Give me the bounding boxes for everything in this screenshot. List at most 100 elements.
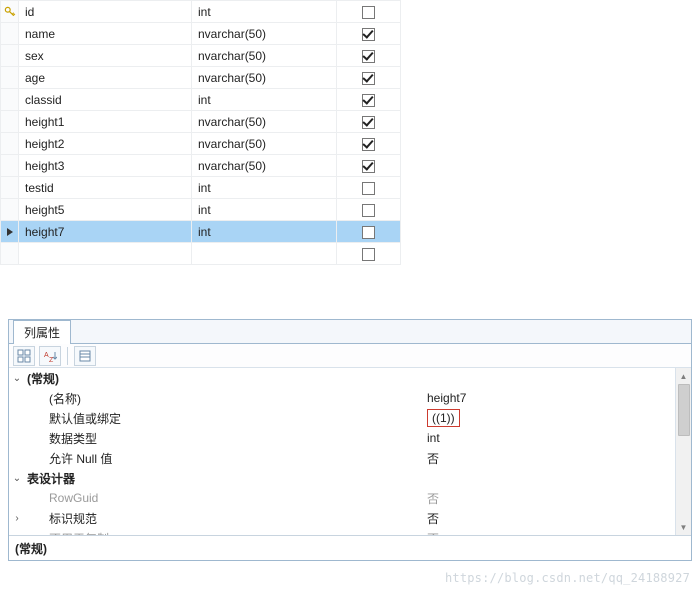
allow-null-checkbox[interactable] (362, 72, 375, 85)
property-scrollbar[interactable]: ▲ ▼ (675, 368, 691, 535)
property-grid[interactable]: ⌄ (常规) (名称) height7 默认值或绑定 ((1)) 数据类型 in… (9, 368, 691, 535)
row-marker[interactable] (1, 23, 19, 45)
column-name-cell[interactable]: name (19, 23, 192, 45)
column-type-cell[interactable]: int (192, 177, 337, 199)
row-marker[interactable] (1, 67, 19, 89)
collapse-icon[interactable]: ⌄ (9, 473, 25, 484)
scroll-up-icon[interactable]: ▲ (676, 368, 691, 384)
column-type-cell[interactable]: nvarchar(50) (192, 45, 337, 67)
allow-null-cell[interactable] (337, 45, 401, 67)
prop-value[interactable]: ((1)) (425, 409, 691, 427)
allow-null-checkbox[interactable] (362, 138, 375, 151)
column-type-cell[interactable]: nvarchar(50) (192, 155, 337, 177)
column-name-cell[interactable]: age (19, 67, 192, 89)
row-marker[interactable] (1, 89, 19, 111)
allow-null-cell[interactable] (337, 89, 401, 111)
row-marker[interactable] (1, 1, 19, 23)
row-marker[interactable] (1, 177, 19, 199)
column-type-cell[interactable]: nvarchar(50) (192, 67, 337, 89)
property-toolbar: AZ (9, 344, 691, 368)
property-group-general[interactable]: ⌄ (常规) (9, 368, 691, 388)
allow-null-checkbox[interactable] (362, 28, 375, 41)
allow-null-checkbox[interactable] (362, 94, 375, 107)
table-row-new[interactable] (1, 243, 401, 265)
table-row[interactable]: testidint (1, 177, 401, 199)
allow-null-cell[interactable] (337, 199, 401, 221)
allow-null-cell[interactable] (337, 23, 401, 45)
scroll-down-icon[interactable]: ▼ (676, 519, 691, 535)
row-marker[interactable] (1, 199, 19, 221)
table-row[interactable]: namenvarchar(50) (1, 23, 401, 45)
allow-null-checkbox[interactable] (362, 50, 375, 63)
column-name-cell[interactable]: testid (19, 177, 192, 199)
table-row[interactable]: agenvarchar(50) (1, 67, 401, 89)
property-row-rowguid[interactable]: RowGuid 否 (9, 488, 691, 508)
column-type-cell[interactable]: int (192, 1, 337, 23)
column-name-cell[interactable]: height5 (19, 199, 192, 221)
allow-null-checkbox[interactable] (362, 204, 375, 217)
table-row[interactable]: height5int (1, 199, 401, 221)
table-row[interactable]: height2nvarchar(50) (1, 133, 401, 155)
tab-column-properties[interactable]: 列属性 (13, 320, 71, 344)
table-row[interactable]: height1nvarchar(50) (1, 111, 401, 133)
allow-null-cell[interactable] (337, 1, 401, 23)
row-marker[interactable] (1, 243, 19, 265)
allow-null-cell[interactable] (337, 155, 401, 177)
column-name-cell[interactable]: classid (19, 89, 192, 111)
column-name-cell[interactable]: sex (19, 45, 192, 67)
row-marker[interactable] (1, 45, 19, 67)
allow-null-cell[interactable] (337, 221, 401, 243)
row-marker[interactable] (1, 133, 19, 155)
scroll-thumb[interactable] (678, 384, 690, 436)
column-type-cell[interactable] (192, 243, 337, 265)
property-row-allownull[interactable]: 允许 Null 值 否 (9, 448, 691, 468)
allow-null-checkbox[interactable] (362, 182, 375, 195)
column-type-cell[interactable]: nvarchar(50) (192, 23, 337, 45)
allow-null-cell[interactable] (337, 133, 401, 155)
column-type-cell[interactable]: nvarchar(50) (192, 111, 337, 133)
allow-null-cell[interactable] (337, 111, 401, 133)
allow-null-cell[interactable] (337, 177, 401, 199)
column-name-cell[interactable]: height7 (19, 221, 192, 243)
column-type-cell[interactable]: int (192, 221, 337, 243)
allow-null-checkbox[interactable] (362, 160, 375, 173)
expand-icon[interactable]: › (9, 513, 25, 524)
allow-null-checkbox[interactable] (362, 116, 375, 129)
categorized-view-button[interactable] (13, 346, 35, 366)
allow-null-checkbox[interactable] (362, 6, 375, 19)
prop-value[interactable]: height7 (425, 391, 691, 405)
property-group-designer[interactable]: ⌄ 表设计器 (9, 468, 691, 488)
allow-null-cell[interactable] (337, 243, 401, 265)
property-row-datatype[interactable]: 数据类型 int (9, 428, 691, 448)
column-type-cell[interactable]: nvarchar(50) (192, 133, 337, 155)
prop-value[interactable]: 否 (425, 510, 691, 527)
property-row-name[interactable]: (名称) height7 (9, 388, 691, 408)
property-row-default[interactable]: 默认值或绑定 ((1)) (9, 408, 691, 428)
column-type-cell[interactable]: int (192, 89, 337, 111)
column-name-cell[interactable]: height1 (19, 111, 192, 133)
column-name-cell[interactable]: height2 (19, 133, 192, 155)
allow-null-checkbox[interactable] (362, 248, 375, 261)
property-row-notforreplication[interactable]: 不用于复制 否 (9, 528, 691, 535)
table-row[interactable]: height7int (1, 221, 401, 243)
property-pages-button[interactable] (74, 346, 96, 366)
table-row[interactable]: height3nvarchar(50) (1, 155, 401, 177)
prop-value[interactable]: int (425, 431, 691, 445)
column-type-cell[interactable]: int (192, 199, 337, 221)
table-row[interactable]: idint (1, 1, 401, 23)
row-marker[interactable] (1, 155, 19, 177)
allow-null-cell[interactable] (337, 67, 401, 89)
column-name-cell[interactable]: height3 (19, 155, 192, 177)
property-row-identity[interactable]: › 标识规范 否 (9, 508, 691, 528)
collapse-icon[interactable]: ⌄ (9, 373, 25, 384)
row-marker[interactable] (1, 221, 19, 243)
table-row[interactable]: classidint (1, 89, 401, 111)
prop-value[interactable]: 否 (425, 450, 691, 467)
allow-null-checkbox[interactable] (362, 226, 375, 239)
row-marker[interactable] (1, 111, 19, 133)
alphabetical-view-button[interactable]: AZ (39, 346, 61, 366)
column-name-cell[interactable]: id (19, 1, 192, 23)
column-name-cell[interactable] (19, 243, 192, 265)
table-row[interactable]: sexnvarchar(50) (1, 45, 401, 67)
columns-table[interactable]: idintnamenvarchar(50)sexnvarchar(50)agen… (0, 0, 401, 265)
